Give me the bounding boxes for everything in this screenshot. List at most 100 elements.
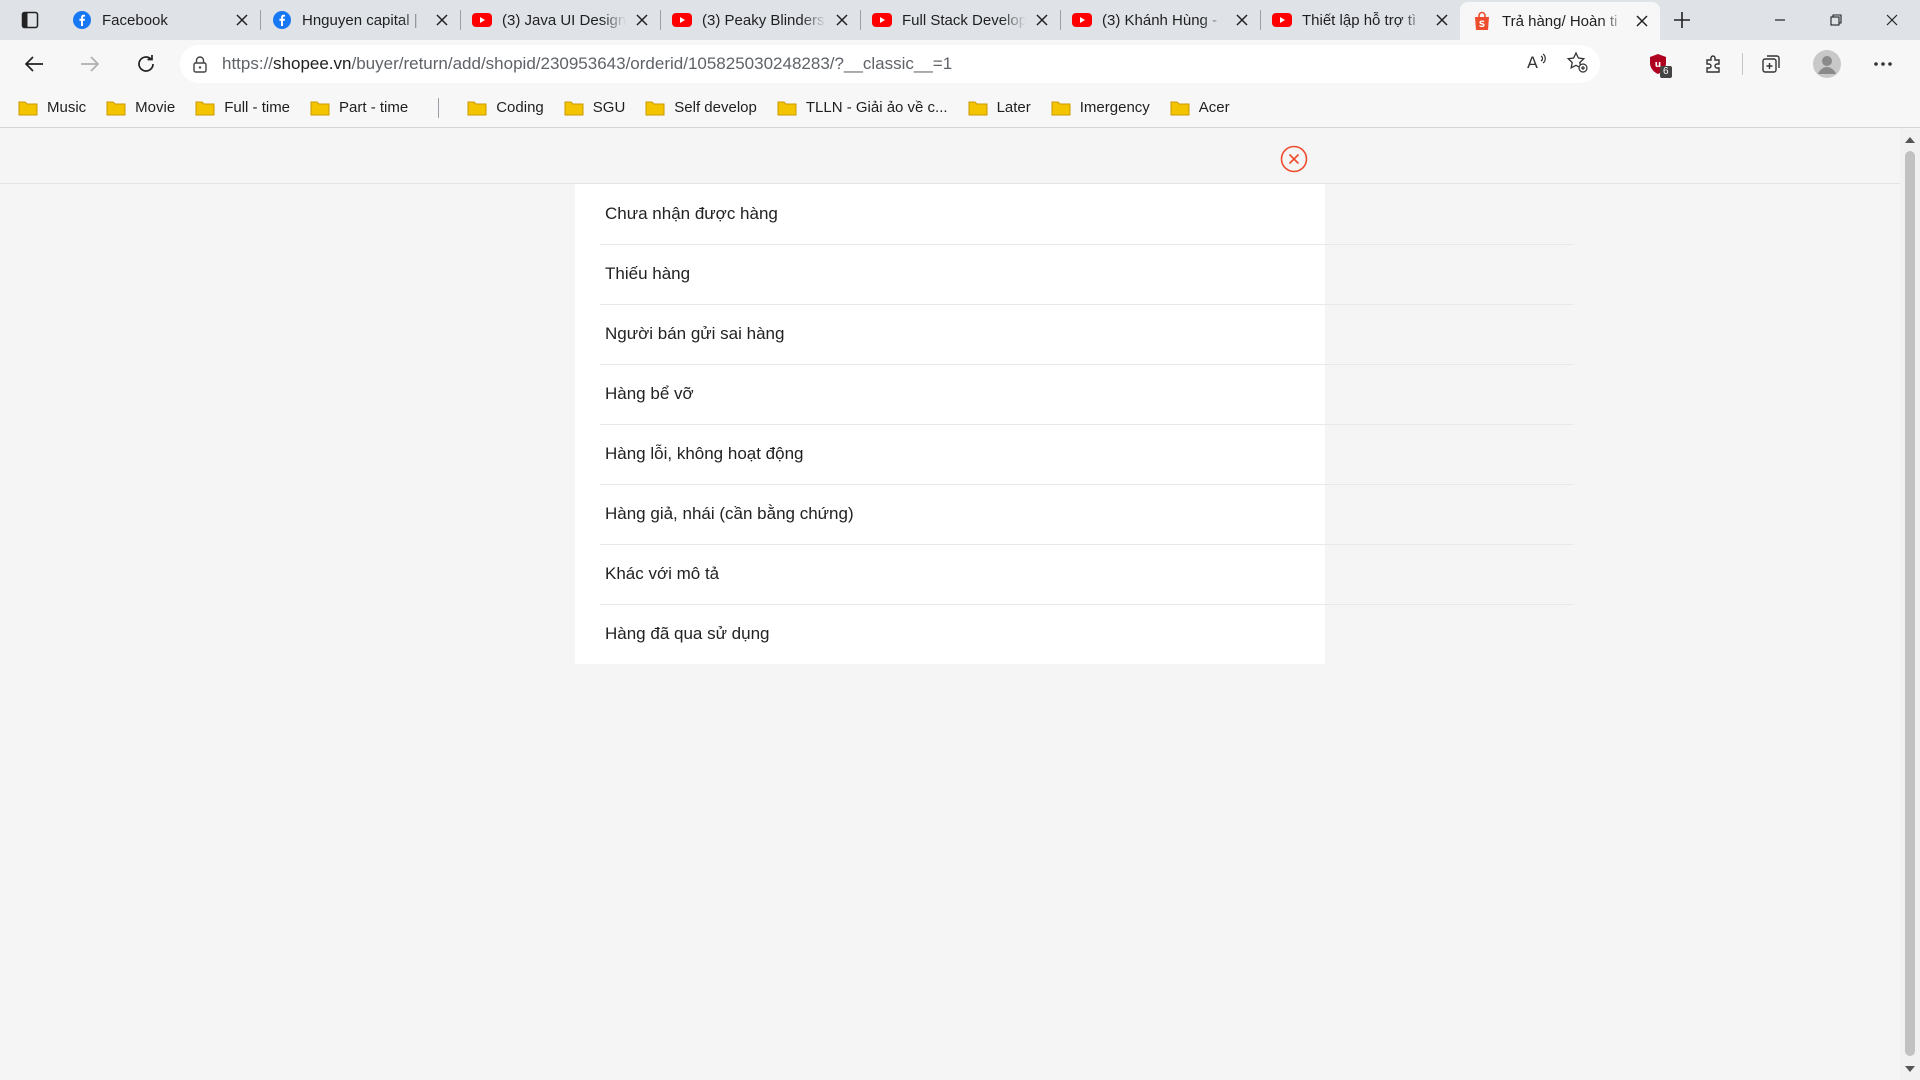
close-icon[interactable] <box>832 10 852 30</box>
url-path: /buyer/return/add/shopid/230953643/order… <box>351 54 953 73</box>
collections-icon <box>1762 55 1780 73</box>
folder-icon <box>106 101 126 115</box>
close-icon <box>1886 14 1898 26</box>
scroll-thumb[interactable] <box>1905 151 1915 1056</box>
scroll-down-icon[interactable] <box>1905 1064 1915 1074</box>
bookmark-label: Part - time <box>339 99 409 116</box>
bookmark-part-time[interactable]: Part - time <box>310 99 408 116</box>
reason-option[interactable]: Thiếu hàng <box>575 244 1573 304</box>
tab-title: Full Stack Develop <box>902 11 1026 29</box>
tab-title: (3) Peaky Blinders <box>702 11 825 29</box>
folder-icon <box>195 101 215 115</box>
close-icon[interactable] <box>1032 10 1052 30</box>
close-circle-icon <box>1280 145 1308 173</box>
svg-text:S: S <box>1479 20 1485 30</box>
avatar-icon <box>1813 50 1841 78</box>
collections-button[interactable] <box>1743 46 1799 82</box>
lock-icon <box>193 56 207 73</box>
bookmark-label: Imergency <box>1079 99 1150 116</box>
youtube-icon <box>872 10 892 30</box>
bookmark-self-develop[interactable]: Self develop <box>645 99 757 116</box>
bookmarks-divider <box>438 97 440 118</box>
read-aloud-icon[interactable]: A <box>1526 52 1548 76</box>
reason-option[interactable]: Hàng giả, nhái (cần bằng chứng) <box>575 484 1573 544</box>
close-icon[interactable] <box>432 10 452 30</box>
close-icon[interactable] <box>1232 10 1252 30</box>
tab-thiet-lap-ho-tro[interactable]: Thiết lập hỗ trợ tì <box>1260 0 1460 40</box>
tab-actions-button[interactable] <box>0 0 60 40</box>
bookmark-imergency[interactable]: Imergency <box>1051 99 1150 116</box>
reason-option[interactable]: Khác với mô tả <box>575 544 1573 604</box>
bookmark-tlln[interactable]: TLLN - Giải ảo về c... <box>777 99 948 116</box>
bookmark-movie[interactable]: Movie <box>106 99 175 116</box>
close-icon[interactable] <box>1432 10 1452 30</box>
close-icon[interactable] <box>232 10 252 30</box>
shopee-icon: S <box>1472 11 1492 31</box>
url-text: https://shopee.vn/buyer/return/add/shopi… <box>222 54 952 74</box>
bookmark-label: Music <box>47 99 87 116</box>
reason-option[interactable]: Hàng đã qua sử dụng <box>575 604 1573 664</box>
close-icon[interactable] <box>632 10 652 30</box>
extension-badge: 6 <box>1660 66 1672 78</box>
minimize-icon <box>1775 19 1785 21</box>
tab-actions-icon <box>21 11 39 29</box>
add-favorite-icon[interactable] <box>1566 51 1588 77</box>
page-scrollbar[interactable] <box>1900 129 1920 1080</box>
restore-button[interactable] <box>1808 0 1864 40</box>
bookmark-music[interactable]: Music <box>18 99 86 116</box>
reason-option[interactable]: Người bán gửi sai hàng <box>575 304 1573 364</box>
address-bar-actions: A <box>1526 51 1588 77</box>
bookmark-acer[interactable]: Acer <box>1170 99 1230 116</box>
tab-java-ui-design[interactable]: (3) Java UI Design <box>460 0 660 40</box>
close-icon[interactable] <box>1632 11 1652 31</box>
folder-icon <box>968 101 988 115</box>
tab-khanh-hung[interactable]: (3) Khánh Hùng - <box>1060 0 1260 40</box>
tab-strip: Facebook Hnguyen capital | (3) Java UI D… <box>0 0 1920 40</box>
reason-option[interactable]: Hàng bể vỡ <box>575 364 1573 424</box>
youtube-icon <box>472 10 492 30</box>
bookmark-label: Self develop <box>674 99 757 116</box>
folder-icon <box>310 101 330 115</box>
bookmark-coding[interactable]: Coding <box>467 99 544 116</box>
tab-title: (3) Java UI Design <box>502 11 626 29</box>
youtube-icon <box>1072 10 1092 30</box>
bookmark-sgu[interactable]: SGU <box>564 99 625 116</box>
plus-icon <box>1674 12 1690 28</box>
minimize-button[interactable] <box>1752 0 1808 40</box>
reason-option[interactable]: Chưa nhận được hàng <box>575 184 1325 244</box>
tab-tra-hang-hoan-tien[interactable]: S Trả hàng/ Hoàn ti <box>1460 2 1660 40</box>
facebook-icon <box>72 10 92 30</box>
address-bar[interactable]: https://shopee.vn/buyer/return/add/shopi… <box>180 45 1600 83</box>
folder-icon <box>777 101 797 115</box>
scroll-up-icon[interactable] <box>1905 135 1915 145</box>
page-header <box>0 129 1900 184</box>
youtube-icon <box>672 10 692 30</box>
folder-icon <box>564 101 584 115</box>
extensions-button[interactable] <box>1686 46 1742 82</box>
url-scheme: https:// <box>222 54 274 73</box>
reload-button[interactable] <box>126 46 166 82</box>
tab-full-stack-developer[interactable]: Full Stack Develop <box>860 0 1060 40</box>
tab-title: Trả hàng/ Hoàn ti <box>1502 12 1618 30</box>
settings-menu-button[interactable] <box>1855 46 1911 82</box>
bookmark-full-time[interactable]: Full - time <box>195 99 290 116</box>
new-tab-button[interactable] <box>1660 0 1704 40</box>
close-window-button[interactable] <box>1864 0 1920 40</box>
bookmark-label: Movie <box>135 99 176 116</box>
bookmark-later[interactable]: Later <box>968 99 1031 116</box>
tab-title: Facebook <box>102 11 168 29</box>
tab-facebook[interactable]: Facebook <box>60 0 260 40</box>
extension-button[interactable]: u 6 <box>1630 46 1686 82</box>
back-button[interactable] <box>14 46 54 82</box>
forward-button[interactable] <box>70 46 110 82</box>
profile-button[interactable] <box>1799 46 1855 82</box>
bookmarks-bar: Music Movie Full - time Part - time Codi… <box>0 88 1920 128</box>
reason-option[interactable]: Hàng lỗi, không hoạt động <box>575 424 1573 484</box>
youtube-icon <box>1272 10 1292 30</box>
close-popup-button[interactable] <box>1280 145 1308 173</box>
tab-peaky-blinders[interactable]: (3) Peaky Blinders <box>660 0 860 40</box>
bookmark-label: Later <box>996 99 1031 116</box>
folder-icon <box>1051 101 1071 115</box>
tab-hnguyen-capital[interactable]: Hnguyen capital | <box>260 0 460 40</box>
folder-icon <box>18 101 38 115</box>
